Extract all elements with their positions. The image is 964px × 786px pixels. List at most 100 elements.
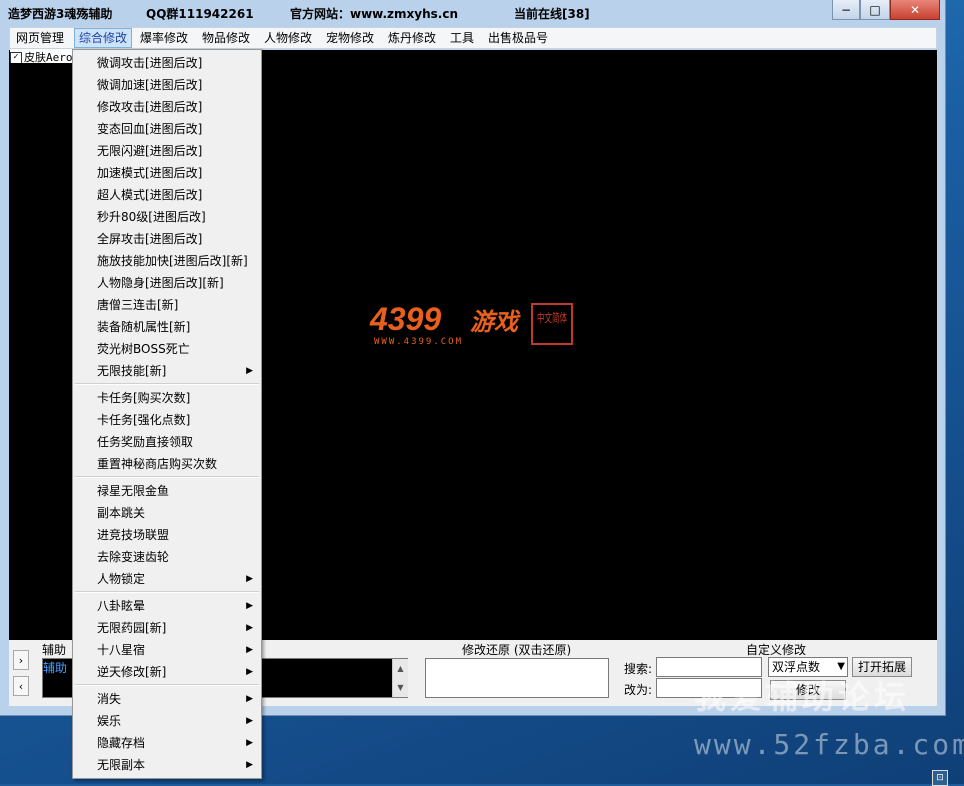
submenu-arrow-icon: ▶ (246, 760, 253, 770)
menu-tools[interactable]: 工具 (446, 28, 478, 48)
dropdown-menu-item[interactable]: 消失 ▶ (73, 688, 261, 710)
dropdown-menu-item[interactable]: 修改攻击[进图后改] (73, 96, 261, 118)
dropdown-menu-item[interactable]: 八卦眩晕 ▶ (73, 595, 261, 617)
logo-number: 4399 (369, 301, 441, 337)
dropdown-menu-item-label: 无限药园[新] (97, 621, 167, 635)
menu-general-modify[interactable]: 综合修改 (74, 28, 133, 48)
menu-separator (75, 476, 259, 478)
change-label: 改为: (624, 683, 653, 697)
submenu-arrow-icon: ▶ (246, 601, 253, 611)
menu-pet-modify[interactable]: 宠物修改 (322, 28, 378, 48)
menu-alchemy-modify[interactable]: 炼丹修改 (384, 28, 440, 48)
dropdown-menu-item[interactable]: 无限闪避[进图后改] (73, 140, 261, 162)
dropdown-menu-item-label: 荧光树BOSS死亡 (97, 342, 190, 356)
dropdown-menu-item[interactable]: 微调加速[进图后改] (73, 74, 261, 96)
submenu-arrow-icon: ▶ (246, 366, 253, 376)
app-title: 造梦西游3魂殇辅助 (8, 7, 113, 21)
dropdown-menu-item-label: 人物隐身[进图后改][新] (97, 276, 224, 290)
restore-list[interactable] (425, 658, 609, 698)
dropdown-menu-item[interactable]: 超人模式[进图后改] (73, 184, 261, 206)
minimize-icon: − (840, 2, 852, 17)
nav-next-button[interactable]: › (13, 650, 29, 670)
dropdown-menu-item-label: 人物锁定 (97, 572, 146, 586)
dropdown-menu-item[interactable]: 卡任务[购买次数] (73, 387, 261, 409)
scroll-down-icon[interactable]: ▼ (393, 678, 408, 697)
dropdown-menu-item-label: 唐僧三连击[新] (97, 298, 179, 312)
dropdown-menu-item-label: 禄星无限金鱼 (97, 484, 170, 498)
dropdown-menu-item[interactable]: 副本跳关 (73, 502, 261, 524)
dropdown-menu-item-label: 超人模式[进图后改] (97, 188, 203, 202)
dropdown-menu-item[interactable]: 加速模式[进图后改] (73, 162, 261, 184)
dropdown-menu-item[interactable]: 无限药园[新] ▶ (73, 617, 261, 639)
aux-scrollbar[interactable]: ▲ ▼ (392, 659, 408, 697)
search-label: 搜索: (624, 662, 653, 676)
dropdown-menu-item-label: 无限闪避[进图后改] (97, 144, 203, 158)
dropdown-menu-item[interactable]: 施放技能加快[进图后改][新] (73, 250, 261, 272)
aux-text: 辅助 (43, 661, 68, 675)
dropdown-menu-item[interactable]: 微调攻击[进图后改] (73, 52, 261, 74)
dropdown-menu-item[interactable]: 装备随机属性[新] (73, 316, 261, 338)
skin-checkbox-label: 皮肤Aero (24, 51, 73, 63)
dropdown-menu-item[interactable]: 唐僧三连击[新] (73, 294, 261, 316)
dropdown-menu-item[interactable]: 十八星宿 ▶ (73, 639, 261, 661)
menu-character-modify[interactable]: 人物修改 (260, 28, 316, 48)
dropdown-menu-item[interactable]: 荧光树BOSS死亡 (73, 338, 261, 360)
nav-prev-button[interactable]: ‹ (13, 676, 29, 696)
menu-sell-account[interactable]: 出售极品号 (484, 28, 552, 48)
dropdown-menu-item[interactable]: 禄星无限金鱼 (73, 480, 261, 502)
dropdown-menu-item-label: 十八星宿 (97, 643, 146, 657)
dropdown-menu-item-label: 微调攻击[进图后改] (97, 56, 203, 70)
skin-checkbox[interactable]: ✓ 皮肤Aero (10, 49, 76, 63)
dropdown-menu-item[interactable]: 无限副本 ▶ (73, 754, 261, 776)
custom-group-title: 自定义修改 (746, 643, 807, 657)
check-icon: ✓ (10, 52, 22, 63)
dropdown-menu-item[interactable]: 隐藏存档 ▶ (73, 732, 261, 754)
menu-web-manage[interactable]: 网页管理 (12, 28, 68, 48)
logo-seal: 中文简体 (537, 310, 567, 325)
dropdown-menu-item[interactable]: 变态回血[进图后改] (73, 118, 261, 140)
dropdown-menu-item-label: 微调加速[进图后改] (97, 78, 203, 92)
chevron-right-icon: › (18, 653, 24, 667)
dropdown-menu-item-label: 秒升80级[进图后改] (97, 210, 206, 224)
logo-4399: 4399 游戏 WWW.4399.COM 中文简体 (368, 300, 578, 353)
dropdown-menu-item[interactable]: 全屏攻击[进图后改] (73, 228, 261, 250)
dropdown-menu-item-label: 娱乐 (97, 714, 122, 728)
dropdown-menu-item[interactable]: 娱乐 ▶ (73, 710, 261, 732)
dropdown-menu-item[interactable]: 人物隐身[进图后改][新] (73, 272, 261, 294)
dropdown-menu-item[interactable]: 重置神秘商店购买次数 (73, 453, 261, 475)
watermark-url: www.52fzba.com (694, 728, 964, 761)
dropdown-menu-item-label: 全屏攻击[进图后改] (97, 232, 203, 246)
maximize-icon: □ (869, 2, 881, 17)
dropdown-menu-item-label: 修改攻击[进图后改] (97, 100, 203, 114)
menu-drop-rate[interactable]: 爆率修改 (136, 28, 192, 48)
dropdown-menu-item[interactable]: 逆天修改[新] ▶ (73, 661, 261, 683)
maximize-button[interactable]: □ (860, 0, 890, 20)
title-bar[interactable]: 造梦西游3魂殇辅助 QQ群111942261 官方网站：www.zmxyhs.c… (0, 0, 946, 26)
dropdown-menu-item[interactable]: 进竞技场联盟 (73, 524, 261, 546)
dropdown-menu-item-label: 隐藏存档 (97, 736, 146, 750)
close-button[interactable]: ✕ (890, 0, 940, 20)
menu-item-modify[interactable]: 物品修改 (198, 28, 254, 48)
submenu-arrow-icon: ▶ (246, 574, 253, 584)
qq-group-text: QQ群111942261 (146, 7, 254, 21)
dropdown-menu-item[interactable]: 无限技能[新] ▶ (73, 360, 261, 382)
submenu-arrow-icon: ▶ (246, 667, 253, 677)
submenu-arrow-icon: ▶ (246, 645, 253, 655)
minimize-button[interactable]: − (832, 0, 860, 20)
general-modify-dropdown: 微调攻击[进图后改] 微调加速[进图后改] 修改攻击[进图后改] 变态回血[进图后改]… (72, 49, 262, 779)
menu-separator (75, 591, 259, 593)
scroll-up-icon[interactable]: ▲ (393, 659, 408, 678)
watermark-title: 我爱辅助论坛 (694, 678, 911, 716)
menu-bar: 网页管理 综合修改 爆率修改 物品修改 人物修改 宠物修改 炼丹修改 工具 出售… (9, 27, 937, 49)
aux-group-title: 辅助 (42, 643, 67, 657)
dropdown-menu-item-label: 进竞技场联盟 (97, 528, 170, 542)
chevron-left-icon: ‹ (18, 679, 24, 693)
dropdown-menu-item[interactable]: 秒升80级[进图后改] (73, 206, 261, 228)
dropdown-menu-item[interactable]: 去除变速齿轮 (73, 546, 261, 568)
dropdown-menu-item[interactable]: 人物锁定 ▶ (73, 568, 261, 590)
logo-cn: 游戏 (470, 308, 521, 336)
dropdown-menu-item[interactable]: 任务奖励直接领取 (73, 431, 261, 453)
dropdown-menu-item[interactable]: 卡任务[强化点数] (73, 409, 261, 431)
dropdown-menu-item-label: 施放技能加快[进图后改][新] (97, 254, 248, 268)
dropdown-menu-item-label: 任务奖励直接领取 (97, 435, 194, 449)
